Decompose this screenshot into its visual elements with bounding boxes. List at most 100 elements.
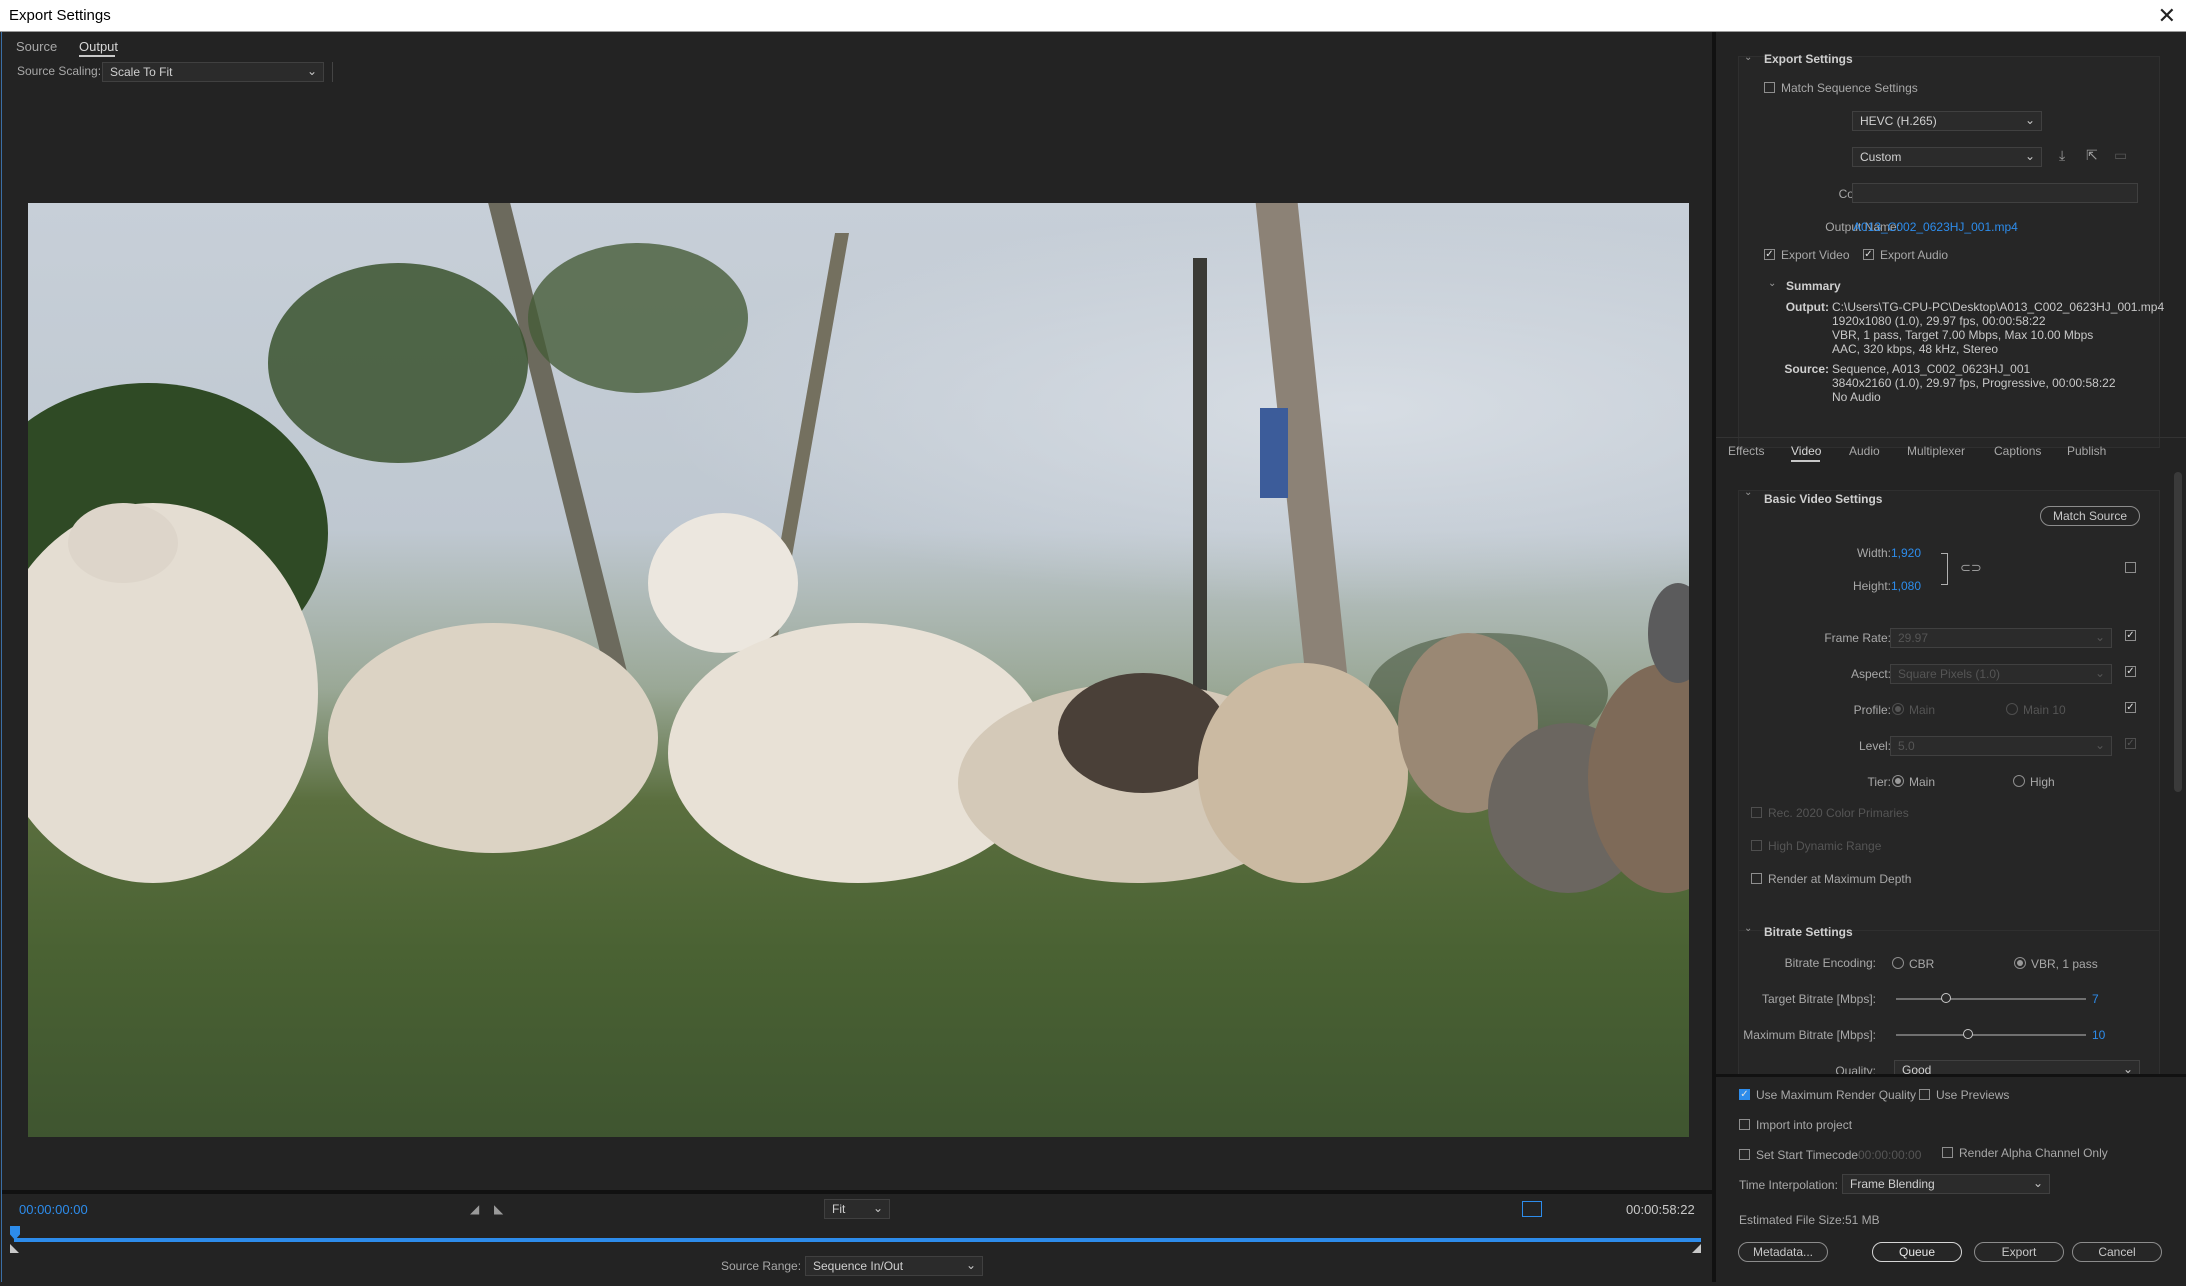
import-preset-icon[interactable]: ⇱ (2086, 147, 2098, 164)
tab-audio[interactable]: Audio (1849, 444, 1880, 458)
target-bitrate-track[interactable] (1896, 998, 2086, 1000)
aspect-value: Square Pixels (1.0) (1898, 667, 2001, 681)
source-scaling-select[interactable]: Scale To Fit ⌄ (102, 62, 324, 82)
timeline-bar[interactable] (14, 1238, 1701, 1242)
aspect-select[interactable]: Square Pixels (1.0) ⌄ (1890, 664, 2112, 684)
target-bitrate-thumb[interactable] (1941, 993, 1951, 1003)
profile-main-radio[interactable] (1892, 703, 1904, 715)
zoom-select[interactable]: Fit ⌄ (824, 1199, 890, 1219)
vbr-radio[interactable] (2014, 957, 2026, 969)
chevron-down-icon: ⌄ (2094, 666, 2105, 680)
metadata-button[interactable]: Metadata... (1738, 1242, 1828, 1262)
mark-out-icon[interactable]: ◣ (494, 1202, 503, 1216)
source-scaling-label: Source Scaling: (17, 64, 102, 78)
frame-rate-checkbox[interactable]: ✓ (2125, 630, 2136, 641)
vbr-label: VBR, 1 pass (2031, 957, 2098, 971)
link-icon[interactable]: ⊂⊃ (1960, 560, 1982, 576)
max-bitrate-track[interactable] (1896, 1034, 2086, 1036)
format-select[interactable]: HEVC (H.265) ⌄ (1852, 111, 2042, 131)
basic-video-header: Basic Video Settings (1764, 492, 1883, 506)
use-previews-label: Use Previews (1936, 1088, 2010, 1102)
max-bitrate-value[interactable]: 10 (2092, 1028, 2105, 1042)
file-size-label: Estimated File Size: (1739, 1213, 1846, 1227)
width-value[interactable]: 1,920 (1891, 546, 1921, 560)
current-timecode[interactable]: 00:00:00:00 (19, 1202, 88, 1217)
tab-multiplexer[interactable]: Multiplexer (1907, 444, 1965, 458)
hdr-checkbox[interactable] (1751, 840, 1762, 851)
dimensions-override-checkbox[interactable] (2125, 562, 2136, 573)
save-preset-icon[interactable]: ⤓ (2059, 147, 2065, 164)
tab-output[interactable]: Output (79, 39, 118, 54)
height-label: Height: (1852, 579, 1891, 593)
time-interp-select[interactable]: Frame Blending ⌄ (1842, 1174, 2050, 1194)
summary-source-line: 3840x2160 (1.0), 29.97 fps, Progressive,… (1832, 376, 2116, 390)
aspect-checkbox[interactable]: ✓ (2125, 666, 2136, 677)
settings-scrollbar[interactable] (2174, 472, 2182, 792)
level-select[interactable]: 5.0 ⌄ (1890, 736, 2112, 756)
height-value[interactable]: 1,080 (1891, 579, 1921, 593)
tier-main-radio[interactable] (1892, 775, 1904, 787)
cbr-radio[interactable] (1892, 957, 1904, 969)
alpha-only-label: Render Alpha Channel Only (1959, 1146, 2108, 1160)
mark-in-icon[interactable]: ◢ (470, 1202, 479, 1216)
preset-select[interactable]: Custom ⌄ (1852, 147, 2042, 167)
profile-checkbox[interactable]: ✓ (2125, 702, 2136, 713)
aspect-icon[interactable] (1522, 1201, 1542, 1217)
chevron-down-icon[interactable]: ⌄ (1744, 52, 1752, 63)
summary-source-label: Source: (1784, 362, 1829, 376)
export-video-label: Export Video (1781, 248, 1850, 262)
tab-source[interactable]: Source (16, 39, 57, 54)
chevron-down-icon[interactable]: ⌄ (1768, 278, 1776, 289)
output-name-link[interactable]: A013_C002_0623HJ_001.mp4 (1853, 220, 2018, 234)
start-timecode-value[interactable]: 00:00:00:00 (1858, 1148, 1921, 1162)
max-render-label: Use Maximum Render Quality (1756, 1088, 1917, 1102)
out-point-marker[interactable] (1692, 1244, 1701, 1253)
export-button[interactable]: Export (1974, 1242, 2064, 1262)
tab-effects[interactable]: Effects (1728, 444, 1764, 458)
rec2020-checkbox[interactable] (1751, 807, 1762, 818)
chevron-down-icon: ⌄ (2094, 738, 2105, 752)
tier-high-label: High (2030, 775, 2055, 789)
level-checkbox[interactable]: ✓ (2125, 738, 2136, 749)
import-project-checkbox[interactable] (1739, 1119, 1750, 1130)
tab-publish[interactable]: Publish (2067, 444, 2106, 458)
delete-preset-icon[interactable]: ▭ (2114, 147, 2127, 164)
chevron-down-icon[interactable]: ⌄ (1744, 487, 1752, 498)
export-video-checkbox[interactable]: ✓ (1764, 249, 1775, 260)
export-settings-header: Export Settings (1764, 52, 1853, 66)
frame-rate-select[interactable]: 29.97 ⌄ (1890, 628, 2112, 648)
level-value: 5.0 (1898, 739, 1915, 753)
tab-video[interactable]: Video (1791, 444, 1821, 458)
max-render-checkbox[interactable]: ✓ (1739, 1089, 1750, 1100)
summary-output-line: AAC, 320 kbps, 48 kHz, Stereo (1832, 342, 1999, 356)
in-point-marker[interactable] (10, 1244, 19, 1253)
tab-captions[interactable]: Captions (1994, 444, 2041, 458)
start-timecode-checkbox[interactable] (1739, 1149, 1750, 1160)
source-range-select[interactable]: Sequence In/Out ⌄ (805, 1256, 983, 1276)
preview-pane: Source Output Source Scaling: Scale To F… (1, 32, 1712, 1282)
target-bitrate-value[interactable]: 7 (2092, 992, 2099, 1006)
chevron-down-icon: ⌄ (872, 1201, 883, 1215)
use-previews-checkbox[interactable] (1919, 1089, 1930, 1100)
cancel-button[interactable]: Cancel (2072, 1242, 2162, 1262)
tier-high-radio[interactable] (2013, 775, 2025, 787)
match-sequence-checkbox[interactable] (1764, 82, 1775, 93)
max-depth-checkbox[interactable] (1751, 873, 1762, 884)
summary-output-line: C:\Users\TG-CPU-PC\Desktop\A013_C002_062… (1832, 300, 2165, 314)
alpha-only-checkbox[interactable] (1942, 1147, 1953, 1158)
chevron-down-icon: ⌄ (2094, 630, 2105, 644)
queue-button[interactable]: Queue (1872, 1242, 1962, 1262)
max-depth-label: Render at Maximum Depth (1768, 872, 1912, 886)
chevron-down-icon[interactable]: ⌄ (1744, 923, 1752, 934)
frame-rate-label: Frame Rate: (1824, 631, 1891, 645)
settings-pane: ⌄ Export Settings Match Sequence Setting… (1716, 32, 2186, 1286)
end-timecode: 00:00:58:22 (1626, 1202, 1695, 1217)
export-audio-checkbox[interactable]: ✓ (1863, 249, 1874, 260)
summary-source-line: No Audio (1832, 390, 1881, 404)
match-source-button[interactable]: Match Source (2040, 506, 2140, 526)
profile-main-label: Main (1909, 703, 1936, 717)
comments-input[interactable] (1852, 183, 2138, 203)
close-icon[interactable]: ✕ (2158, 3, 2176, 29)
profile-main10-radio[interactable] (2006, 703, 2018, 715)
max-bitrate-thumb[interactable] (1963, 1029, 1973, 1039)
